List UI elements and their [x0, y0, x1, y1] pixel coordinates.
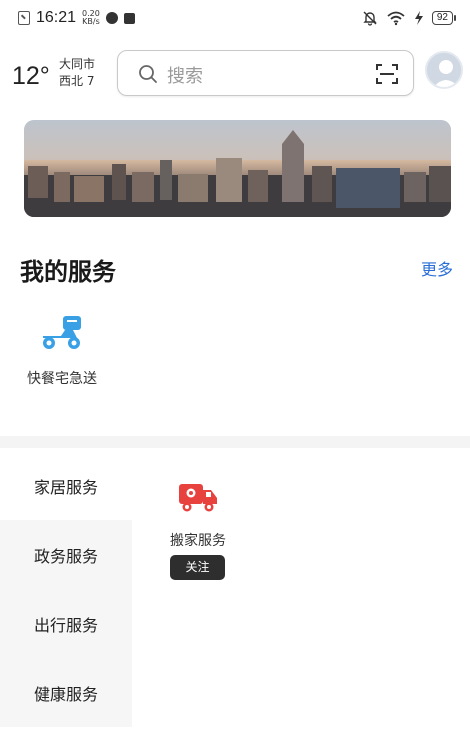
avatar-icon — [433, 60, 459, 87]
header: 12° 大同市 西北 7 搜索 — [0, 46, 470, 102]
battery-indicator: 92 — [431, 11, 456, 25]
scan-icon[interactable] — [375, 62, 399, 86]
search-input[interactable]: 搜索 — [117, 50, 414, 96]
search-placeholder: 搜索 — [167, 66, 203, 87]
network-speed-unit: KB/s — [82, 17, 100, 26]
app-notification-icon — [105, 12, 118, 24]
service-tile-moving[interactable]: 搬家服务 — [160, 478, 236, 550]
service-label-moving: 搬家服务 — [170, 533, 226, 549]
category-item-travel[interactable]: 出行服务 — [0, 589, 132, 658]
category-item-government[interactable]: 政务服务 — [0, 520, 132, 589]
search-icon — [139, 65, 157, 83]
weather-info: 大同市 西北 7 — [59, 56, 95, 90]
network-speed: 0.20 KB/s — [82, 10, 100, 26]
mute-bell-icon — [363, 11, 377, 26]
more-link[interactable]: 更多 — [421, 256, 453, 280]
avatar[interactable] — [425, 51, 463, 89]
charging-icon — [414, 11, 423, 25]
app-notification-icon-2 — [123, 12, 135, 24]
section-divider — [0, 436, 470, 448]
category-item-home[interactable]: 家居服务 — [0, 451, 132, 520]
status-bar: 16:21 0.20 KB/s 92 — [0, 0, 470, 36]
follow-button[interactable]: 关注 — [170, 555, 225, 580]
status-right: 92 — [362, 10, 456, 26]
wifi-icon — [387, 11, 405, 26]
service-label-delivery: 快餐宅急送 — [27, 371, 97, 387]
battery-tip — [454, 15, 456, 21]
notification-icon — [18, 11, 30, 25]
city-skyline-image — [24, 120, 451, 217]
city-banner[interactable] — [24, 120, 451, 217]
category-item-health[interactable]: 健康服务 — [0, 658, 132, 727]
status-left: 16:21 0.20 KB/s — [18, 9, 135, 27]
status-time: 16:21 — [36, 9, 77, 26]
service-tile-delivery[interactable]: 快餐宅急送 — [16, 312, 108, 392]
temperature: 12° — [12, 62, 50, 90]
weather-wind: 西北 7 — [59, 74, 95, 88]
moving-truck-icon — [179, 484, 217, 512]
my-services-title: 我的服务 — [20, 258, 116, 286]
delivery-scooter-icon — [43, 316, 81, 349]
weather-city: 大同市 — [59, 57, 96, 71]
category-list: 家居服务 政务服务 出行服务 健康服务 — [0, 451, 132, 727]
battery-level: 92 — [431, 11, 453, 25]
